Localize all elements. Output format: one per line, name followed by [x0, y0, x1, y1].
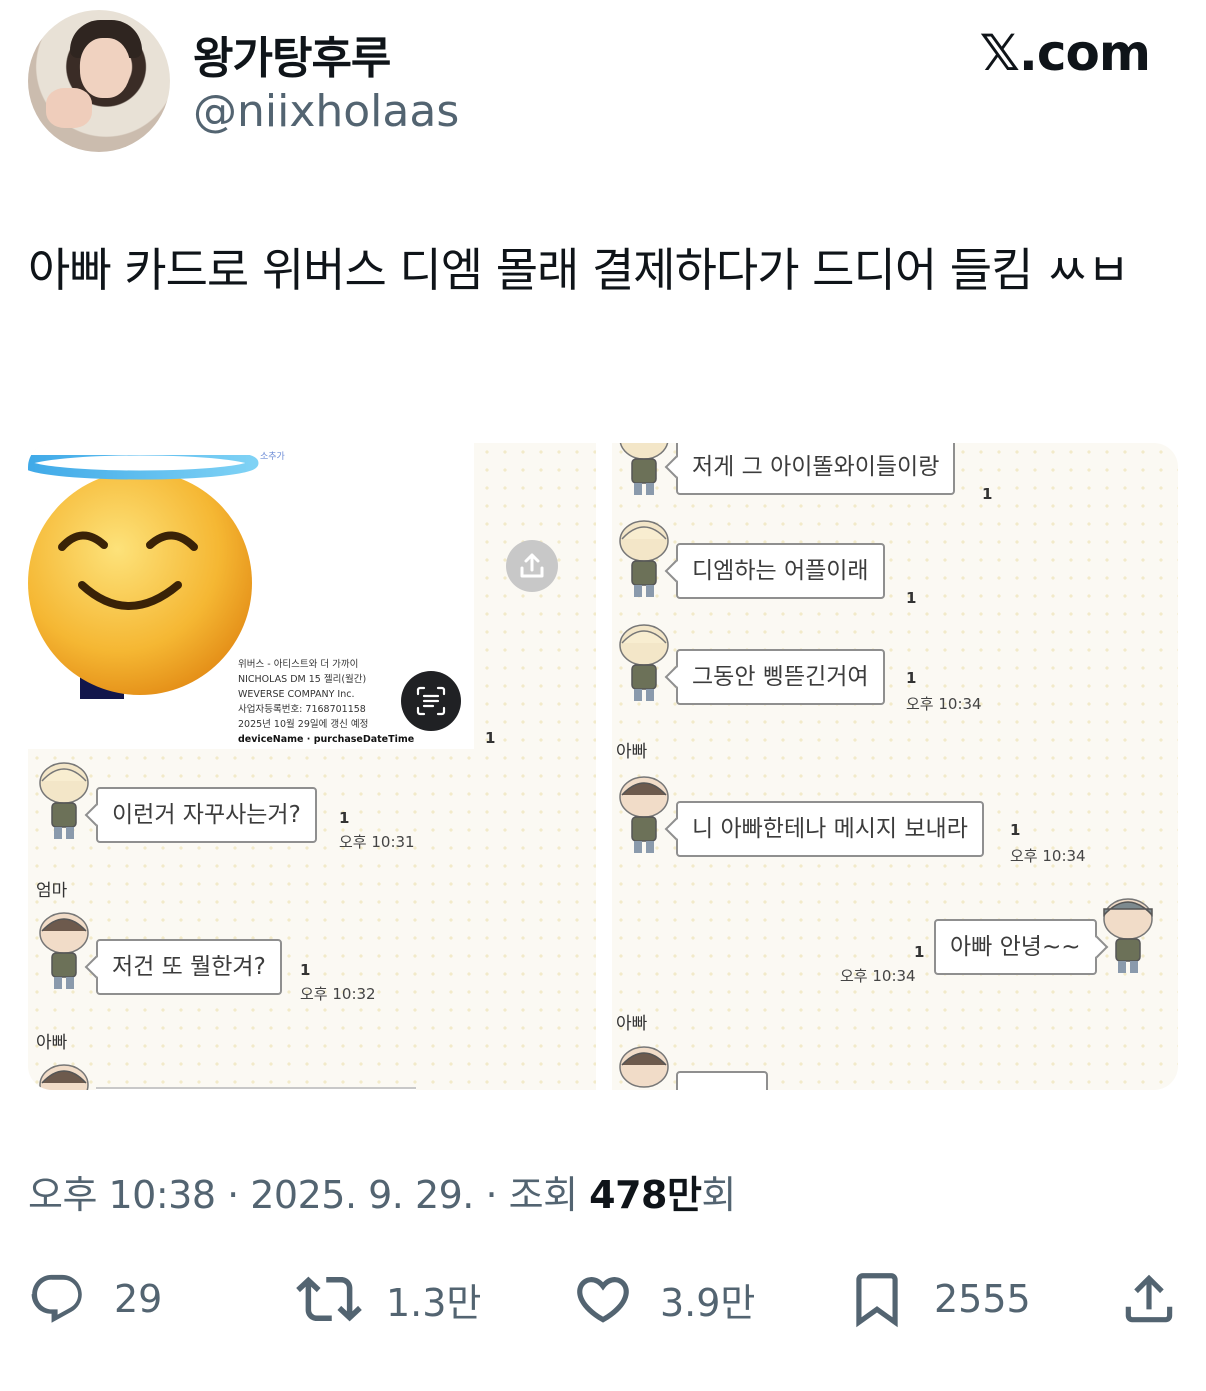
read-count: 1	[339, 809, 350, 827]
heart-icon	[577, 1277, 629, 1323]
view-suffix: 회	[701, 1173, 736, 1217]
read-count: 1	[982, 485, 993, 503]
chat-character-avatar	[619, 624, 669, 701]
chat-character-avatar	[619, 1046, 669, 1088]
share-button[interactable]	[1118, 1262, 1180, 1336]
read-count: 1	[906, 669, 917, 687]
sender-name: 엄마	[36, 881, 68, 901]
receipt-line: 사업자등록번호: 7168701158	[238, 704, 366, 715]
chat-screenshot-left: 소추가 w 위버스 - 아티스트와 더 가까이 NICHOLAS DM 15 젤…	[28, 443, 596, 1090]
action-bar: 29 1.3만 3.9만 2555	[0, 1262, 1206, 1342]
like-count: 3.9만	[660, 1280, 756, 1325]
tweet-media[interactable]: 소추가 w 위버스 - 아티스트와 더 가까이 NICHOLAS DM 15 젤…	[28, 443, 1178, 1090]
repost-count: 1.3만	[386, 1280, 482, 1325]
chat-bubble: 저게 그 아이똘와이들이랑	[676, 443, 956, 495]
receipt-line: NICHOLAS DM 15 젤리(월간)	[238, 674, 367, 685]
chat-bubble: 그동안 삥뜯긴거여	[676, 649, 885, 705]
chat-bubble: 디엠하는 어플이래	[676, 543, 885, 599]
repost-icon	[296, 1276, 362, 1322]
read-count: 1	[914, 943, 925, 961]
tweet-header: 왕가탕후루 @niixholaas 𝕏.com	[0, 0, 1206, 170]
view-count: 478만	[589, 1173, 702, 1217]
chat-screenshot-right: 저게 그 아이똘와이들이랑 1 디엠하는 어플이래 1 그동안 삥뜯긴거여 1 …	[612, 443, 1178, 1090]
bookmark-count: 2555	[934, 1277, 1031, 1321]
chat-character-avatar	[619, 443, 669, 495]
chat-bubble: 니 아빠한테나 메시지 보내라	[676, 801, 984, 857]
share-icon	[1125, 1274, 1173, 1323]
chat-character-avatar	[619, 520, 669, 597]
like-button[interactable]: 3.9만	[572, 1262, 755, 1336]
tweet-meta: 오후 10:38 · 2025. 9. 29. · 조회 478만회	[28, 1164, 736, 1219]
reply-icon	[31, 1274, 82, 1323]
chat-bubble-own: 아빠 안녕~~	[934, 919, 1097, 975]
reply-button[interactable]: 29	[28, 1262, 162, 1336]
timestamp[interactable]: 오후 10:38 · 2025. 9. 29. · 조회	[28, 1173, 589, 1217]
chat-character-avatar	[39, 912, 89, 989]
x-logo: 𝕏.com	[979, 24, 1151, 82]
read-count: 1	[1010, 821, 1021, 839]
add-link: 소추가	[260, 452, 285, 462]
sender-name: 아빠	[616, 742, 648, 762]
chat-character-avatar	[619, 776, 669, 853]
smiling-face-with-halo-icon	[28, 455, 259, 695]
message-time: 오후 10:34	[906, 695, 982, 713]
bookmark-icon	[856, 1273, 898, 1328]
sender-name: 아빠	[616, 1014, 648, 1034]
message-time: 오후 10:34	[840, 967, 916, 985]
read-count: 1	[485, 729, 496, 747]
receipt-line: 2025년 10월 29일에 갱신 예정	[238, 719, 369, 730]
receipt-line: WEVERSE COMPANY Inc.	[238, 689, 355, 700]
author-display-name[interactable]: 왕가탕후루	[193, 22, 391, 86]
message-time: 오후 10:34	[1010, 847, 1086, 865]
chat-bubble: 저건 또 뭘한겨?	[96, 939, 282, 995]
avatar[interactable]	[28, 10, 170, 152]
author-handle[interactable]: @niixholaas	[193, 86, 459, 137]
share-icon[interactable]	[506, 540, 558, 592]
receipt-line: 위버스 - 아티스트와 더 가까이	[238, 659, 359, 670]
read-count: 1	[300, 961, 311, 979]
chat-character-avatar	[39, 1064, 89, 1090]
tweet-text: 아빠 카드로 위버스 디엠 몰래 결제하다가 드디어 들킴 ㅆㅂ	[28, 243, 1130, 297]
bookmark-button[interactable]: 2555	[846, 1262, 1031, 1336]
sender-name: 아빠	[36, 1033, 68, 1053]
receipt-details: 위버스 - 아티스트와 더 가까이 NICHOLAS DM 15 젤리(월간) …	[238, 657, 414, 747]
chat-bubble: 이런거 자꾸사는거?	[96, 787, 317, 843]
message-time: 오후 10:31	[339, 833, 415, 851]
reply-count: 29	[114, 1277, 163, 1321]
repost-button[interactable]: 1.3만	[296, 1262, 481, 1336]
scan-text-icon[interactable]	[401, 671, 461, 731]
receipt-line: deviceName · purchaseDateTime	[238, 734, 415, 745]
chat-character-avatar	[39, 762, 89, 839]
media-divider	[596, 443, 612, 1090]
message-time: 오후 10:32	[300, 985, 376, 1003]
chat-character-avatar	[1103, 898, 1153, 973]
read-count: 1	[906, 589, 917, 607]
